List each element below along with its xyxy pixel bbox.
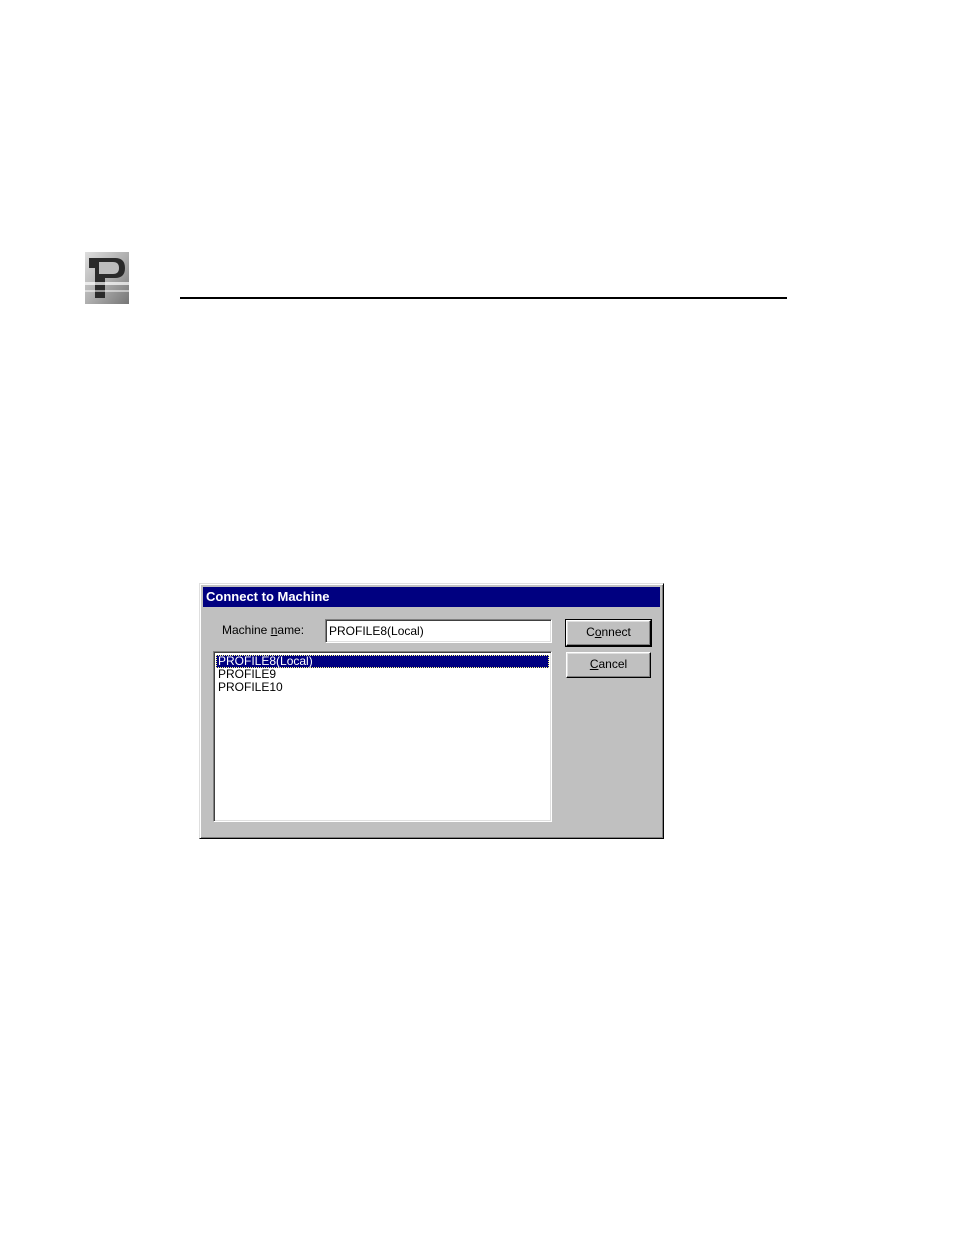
machine-name-input[interactable] <box>325 619 552 643</box>
dialog-titlebar[interactable]: Connect to Machine <box>203 587 660 607</box>
connect-button[interactable]: Connect <box>565 619 652 647</box>
machine-listbox[interactable]: PROFILE8(Local) PROFILE9 PROFILE10 <box>213 651 552 822</box>
cancel-button[interactable]: Cancel <box>566 652 651 678</box>
list-item[interactable]: PROFILE10 <box>216 681 549 694</box>
dialog-title: Connect to Machine <box>206 589 330 604</box>
machine-name-label: Machine name: <box>222 623 305 637</box>
company-logo-icon <box>85 252 129 304</box>
connect-to-machine-dialog: Connect to Machine Machine name: PROFILE… <box>199 583 664 839</box>
header-rule <box>180 297 787 299</box>
